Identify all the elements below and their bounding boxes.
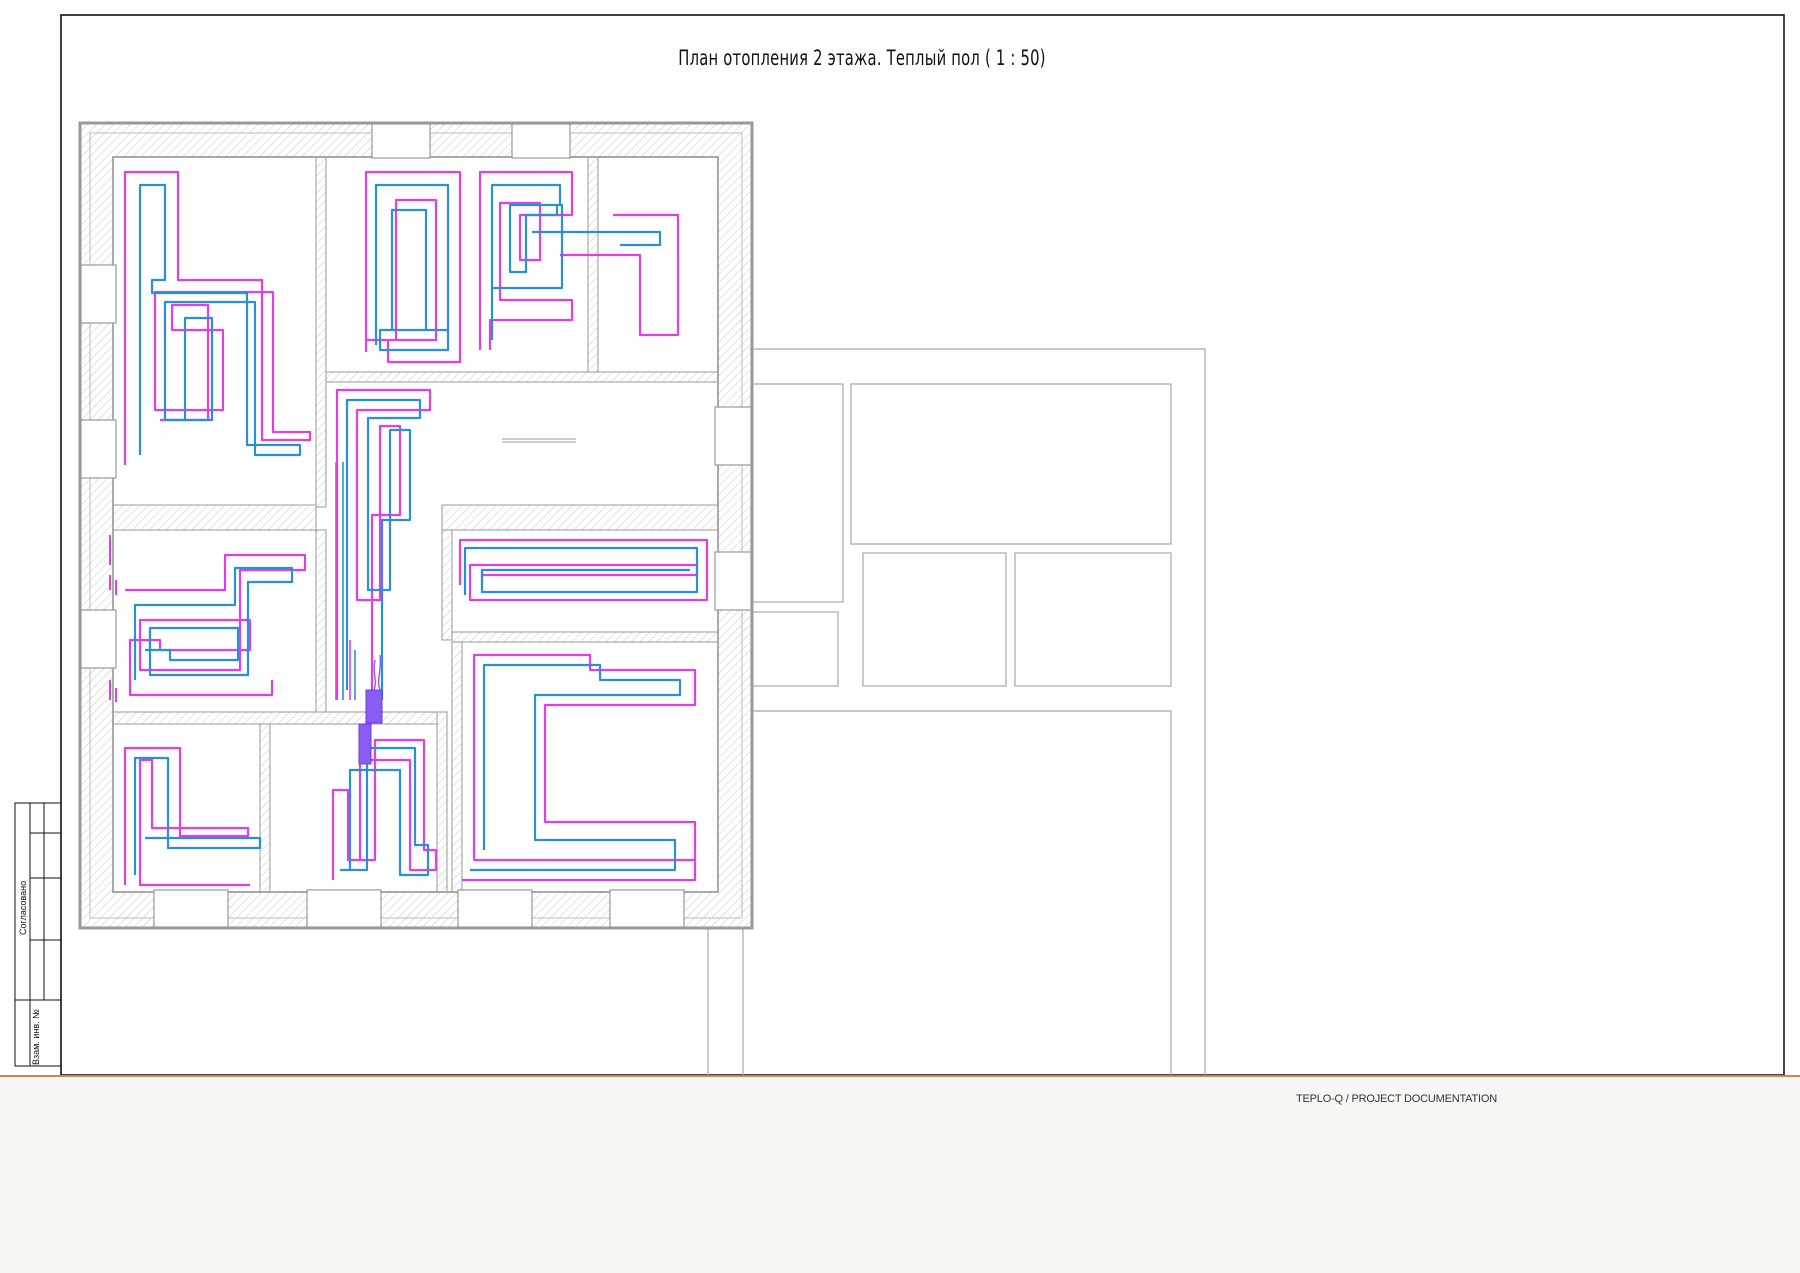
- drawing-sheet: План отопления 2 этажа. Теплый пол ( 1 :…: [0, 0, 1800, 1075]
- plan-title: План отопления 2 этажа. Теплый пол ( 1 :…: [678, 46, 1046, 70]
- page-footer: TEPLO-Q / PROJECT DOCUMENTATION: [0, 1075, 1800, 1273]
- stamp-inv-label: Взам. инв. №: [31, 1009, 41, 1065]
- floor-plan-drawing: [14, 14, 1785, 1075]
- stamp-approved-label: Согласовано: [18, 880, 28, 935]
- adjacent-building: [707, 348, 1206, 1075]
- manifold-feed-lines: [335, 462, 356, 700]
- footer-label: TEPLO-Q / PROJECT DOCUMENTATION: [1296, 1093, 1497, 1105]
